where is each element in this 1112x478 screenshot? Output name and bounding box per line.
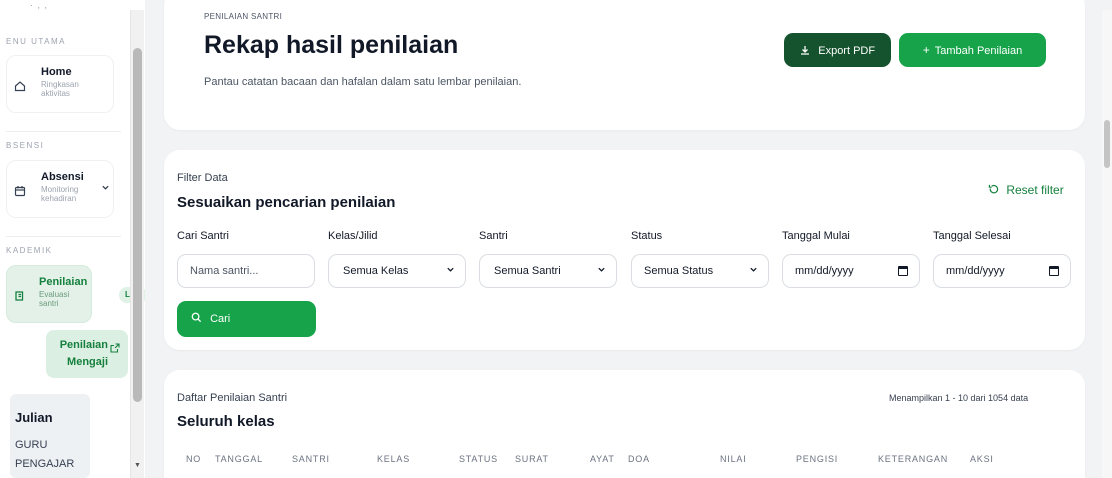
kelas-select-value: Semua Kelas (343, 265, 409, 277)
page-title: Rekap hasil penilaian (204, 31, 459, 59)
export-pdf-label: Export PDF (818, 45, 876, 57)
sidebar-top-fragment: · , , (30, 0, 48, 10)
list-count-text: Menampilkan 1 - 10 dari 1054 data (889, 393, 1029, 403)
sidebar-section-akademik: KADEMIK (6, 246, 53, 255)
sidebar-scroll-thumb[interactable] (133, 48, 142, 402)
home-icon (14, 80, 26, 94)
sidebar-section-main: ENU UTAMA (6, 37, 67, 46)
user-role: GURU PENGAJAR (15, 439, 75, 470)
user-name: Julian (15, 410, 53, 425)
santri-select[interactable]: Semua Santri (479, 254, 617, 288)
calendar-icon (14, 185, 26, 199)
sidebar-subitem-penilaian-mengaji[interactable]: Penilaian Mengaji (46, 330, 128, 378)
column-header: DOA (628, 454, 650, 464)
divider (6, 236, 121, 237)
page-header-card: PENILAIAN SANTRI Rekap hasil penilaian P… (164, 0, 1085, 130)
sidebar-item-label: Penilaian (39, 276, 88, 288)
calendar-icon[interactable] (898, 266, 908, 276)
santri-select-value: Semua Santri (494, 265, 561, 277)
calendar-icon[interactable] (1049, 266, 1059, 276)
tanggal-selesai-label: Tanggal Selesai (933, 230, 1011, 242)
add-assessment-button[interactable]: + Tambah Penilaian (899, 33, 1046, 67)
page-description: Pantau catatan bacaan dan hafalan dalam … (204, 76, 522, 88)
page-scroll-thumb[interactable] (1104, 120, 1110, 168)
column-header: NILAI (720, 454, 747, 464)
sidebar-item-absensi[interactable]: Absensi Monitoring kehadiran (6, 160, 114, 218)
chevron-down-icon[interactable] (101, 181, 110, 195)
filter-title: Sesuaikan pencarian penilaian (177, 194, 396, 211)
sidebar: · , , ENU UTAMA Home Ringkasan aktivitas… (0, 0, 145, 478)
column-header: AKSI (970, 454, 994, 464)
cari-santri-placeholder: Nama santri... (190, 265, 259, 277)
column-header: AYAT (590, 454, 615, 464)
filter-eyebrow: Filter Data (177, 172, 228, 184)
book-icon (14, 290, 26, 304)
sidebar-subitem-label: Penilaian Mengaji (59, 339, 108, 368)
chevron-down-icon (749, 255, 758, 287)
column-header: PENGISI (796, 454, 839, 464)
tanggal-mulai-value: mm/dd/yyyy (795, 265, 854, 277)
sidebar-item-home[interactable]: Home Ringkasan aktivitas (6, 55, 114, 113)
tanggal-mulai-input[interactable]: mm/dd/yyyy (782, 254, 920, 288)
filter-card: Filter Data Sesuaikan pencarian penilaia… (164, 150, 1085, 350)
plus-icon: + (922, 43, 930, 57)
chevron-down-icon (446, 255, 455, 287)
sidebar-item-label: Absensi (41, 171, 84, 183)
tanggal-selesai-value: mm/dd/yyyy (946, 265, 1005, 277)
sidebar-item-subtitle: Ringkasan aktivitas (41, 80, 79, 98)
page-scrollbar[interactable] (1102, 10, 1112, 478)
sidebar-item-label: Home (41, 66, 72, 78)
sidebar-scrollbar[interactable]: ▼ (130, 10, 144, 478)
sidebar-item-subtitle: Evaluasi santri (39, 290, 70, 308)
status-select[interactable]: Semua Status (631, 254, 769, 288)
sidebar-item-subtitle: Monitoring kehadiran (41, 185, 79, 203)
external-link-icon (110, 343, 120, 356)
tanggal-selesai-input[interactable]: mm/dd/yyyy (933, 254, 1071, 288)
divider (6, 131, 121, 132)
column-header: NO (186, 454, 202, 464)
user-profile[interactable]: Julian GURU PENGAJAR (10, 394, 90, 478)
column-header: KETERANGAN (878, 454, 949, 464)
list-eyebrow: Daftar Penilaian Santri (177, 392, 288, 404)
export-pdf-button[interactable]: Export PDF (784, 33, 891, 67)
cari-santri-input[interactable]: Nama santri... (177, 254, 315, 288)
kelas-select[interactable]: Semua Kelas (328, 254, 466, 288)
santri-label: Santri (479, 230, 508, 242)
status-select-value: Semua Status (644, 265, 714, 277)
sidebar-section-absensi: BSENSI (6, 141, 45, 150)
column-header: TANGGAL (215, 454, 263, 464)
status-label: Status (631, 230, 663, 242)
search-button[interactable]: Cari (177, 301, 316, 337)
column-header: KELAS (377, 454, 411, 464)
add-assessment-label: Tambah Penilaian (934, 45, 1023, 57)
tanggal-mulai-label: Tanggal Mulai (782, 230, 850, 242)
column-header: SANTRI (292, 454, 330, 464)
list-title: Seluruh kelas (177, 413, 275, 430)
cari-santri-label: Cari Santri (177, 230, 229, 242)
reset-icon (988, 183, 1002, 197)
page-eyebrow: PENILAIAN SANTRI (204, 12, 283, 21)
assessment-list-card: Daftar Penilaian Santri Seluruh kelas Me… (164, 370, 1085, 478)
search-icon (191, 312, 205, 325)
scroll-down-arrow-icon[interactable]: ▼ (134, 462, 141, 469)
sidebar-item-penilaian[interactable]: Penilaian Evaluasi santri (6, 265, 92, 323)
chevron-down-icon (597, 255, 606, 287)
column-header: STATUS (459, 454, 498, 464)
search-button-label: Cari (210, 313, 231, 325)
reset-filter-label: Reset filter (1006, 183, 1064, 197)
column-header: SURAT (515, 454, 549, 464)
kelas-label: Kelas/Jilid (328, 230, 378, 242)
reset-filter-button[interactable]: Reset filter (988, 183, 1064, 197)
download-icon (800, 43, 813, 57)
